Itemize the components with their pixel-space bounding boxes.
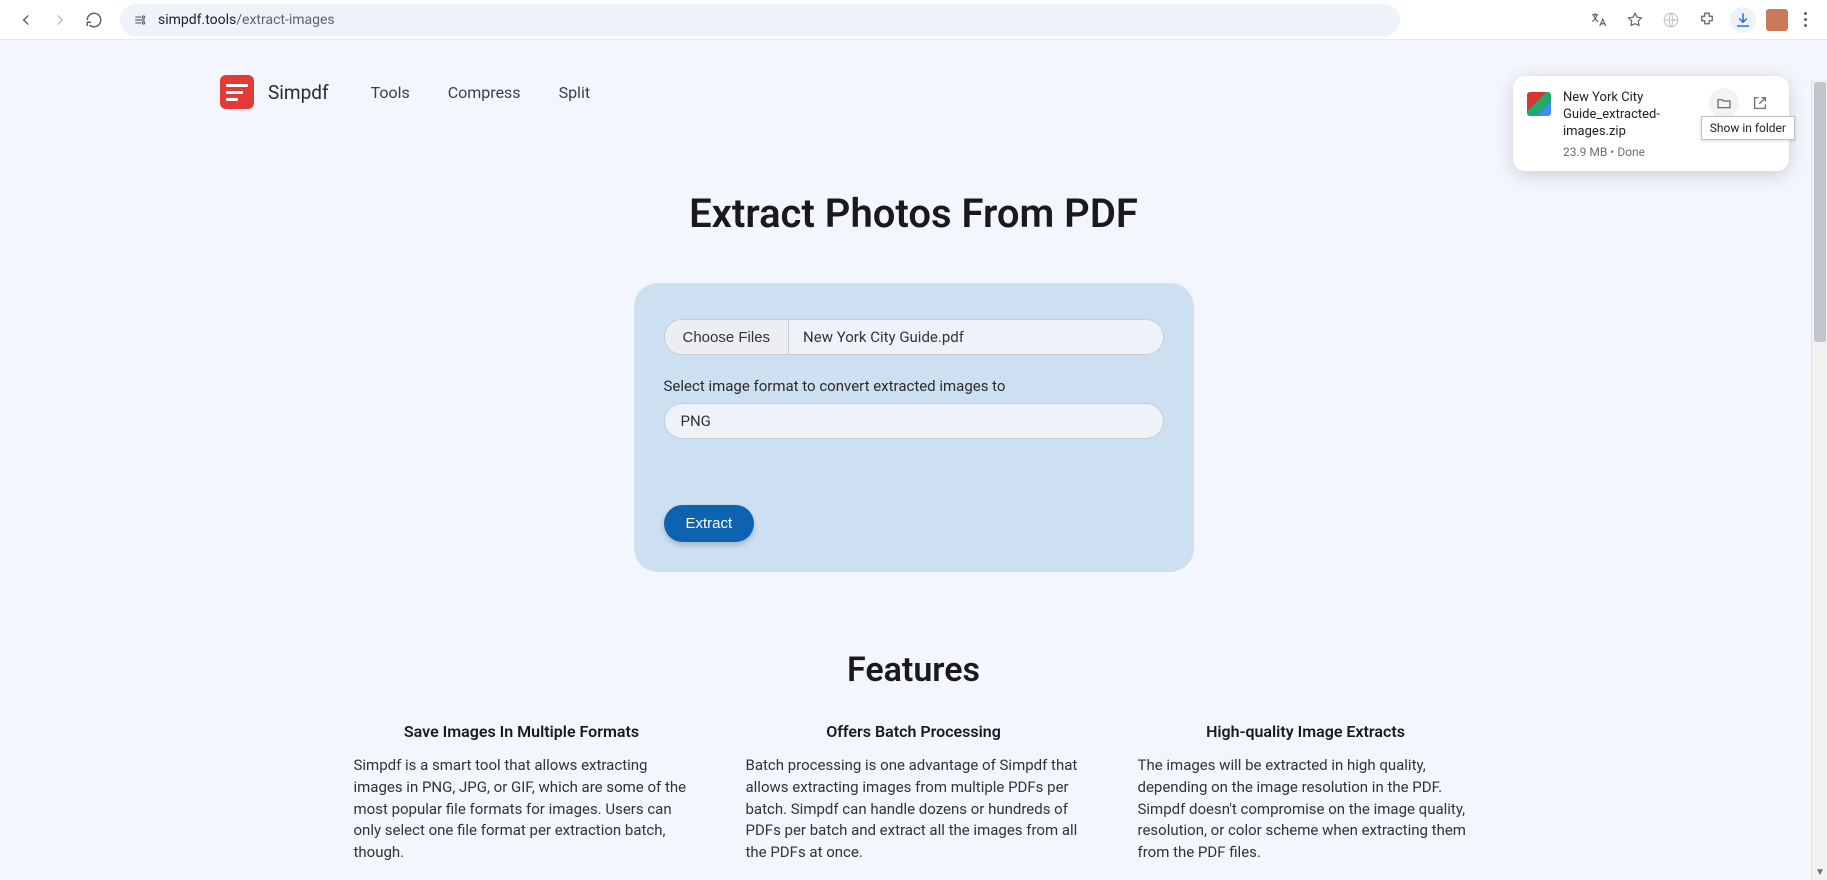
- scrollbar[interactable]: ▲ ▼: [1811, 80, 1827, 880]
- bookmark-star-icon[interactable]: [1622, 7, 1648, 33]
- translate-icon[interactable]: [1586, 7, 1612, 33]
- download-filename: New York City Guide_extracted-images.zip: [1563, 90, 1697, 141]
- feature-card: Offers Batch Processing Batch processing…: [746, 722, 1082, 864]
- format-value: PNG: [681, 412, 711, 430]
- profile-avatar[interactable]: [1766, 9, 1788, 31]
- browser-toolbar: simpdf.tools/extract-images: [0, 0, 1827, 40]
- back-icon[interactable]: [16, 10, 36, 30]
- brand-logo-icon: [220, 75, 254, 109]
- tooltip-show-in-folder: Show in folder: [1701, 116, 1795, 140]
- extract-panel: Choose Files New York City Guide.pdf Sel…: [634, 283, 1194, 572]
- file-input-row: Choose Files New York City Guide.pdf: [664, 319, 1164, 355]
- feature-card: Save Images In Multiple Formats Simpdf i…: [354, 722, 690, 864]
- open-external-icon[interactable]: [1745, 88, 1775, 118]
- format-select[interactable]: PNG: [664, 403, 1164, 439]
- format-label: Select image format to convert extracted…: [664, 377, 1164, 395]
- feature-card: High-quality Image Extracts The images w…: [1138, 722, 1474, 864]
- browser-menu-icon[interactable]: [1798, 12, 1813, 27]
- show-in-folder-icon[interactable]: [1709, 88, 1739, 118]
- feature-body: Simpdf is a smart tool that allows extra…: [354, 755, 690, 864]
- nav-compress[interactable]: Compress: [448, 83, 521, 102]
- feature-title: High-quality Image Extracts: [1138, 722, 1474, 741]
- site-settings-icon[interactable]: [132, 12, 148, 28]
- features-heading: Features: [0, 650, 1827, 690]
- url-text: simpdf.tools/extract-images: [158, 12, 335, 28]
- scroll-thumb[interactable]: [1814, 82, 1826, 342]
- download-meta: 23.9 MB • Done: [1563, 145, 1697, 159]
- selected-file-name: New York City Guide.pdf: [789, 320, 1162, 354]
- scroll-down-icon[interactable]: ▼: [1812, 864, 1827, 880]
- forward-icon[interactable]: [50, 10, 70, 30]
- download-thumbnail-icon: [1527, 92, 1551, 116]
- brand-name: Simpdf: [268, 81, 329, 104]
- reload-icon[interactable]: [84, 10, 104, 30]
- extensions-icon[interactable]: [1694, 7, 1720, 33]
- choose-files-button[interactable]: Choose Files: [665, 320, 790, 354]
- address-bar[interactable]: simpdf.tools/extract-images: [120, 4, 1400, 36]
- page-title: Extract Photos From PDF: [0, 190, 1827, 237]
- extract-button[interactable]: Extract: [664, 505, 755, 542]
- nav-tools[interactable]: Tools: [371, 83, 410, 102]
- primary-nav: Tools Compress Split: [371, 83, 591, 102]
- feature-body: Batch processing is one advantage of Sim…: [746, 755, 1082, 864]
- feature-body: The images will be extracted in high qua…: [1138, 755, 1474, 864]
- feature-title: Save Images In Multiple Formats: [354, 722, 690, 741]
- globe-icon[interactable]: [1658, 7, 1684, 33]
- downloads-icon[interactable]: [1730, 7, 1756, 33]
- features-section: Features Save Images In Multiple Formats…: [0, 650, 1827, 864]
- nav-split[interactable]: Split: [559, 83, 591, 102]
- feature-title: Offers Batch Processing: [746, 722, 1082, 741]
- brand[interactable]: Simpdf: [220, 75, 329, 109]
